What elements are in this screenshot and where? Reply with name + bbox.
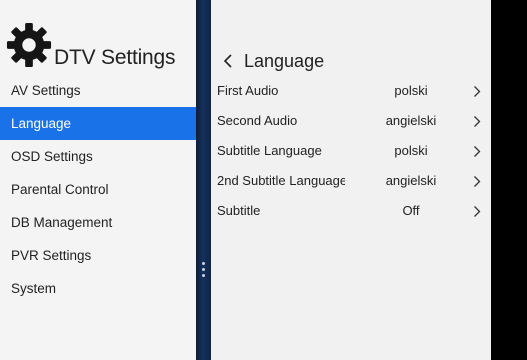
- row-label: First Audio: [217, 83, 279, 98]
- row-label: Second Audio: [217, 113, 298, 128]
- row-value: polski: [394, 83, 428, 98]
- drag-handle-icon[interactable]: [202, 262, 205, 282]
- chevron-right-icon: [474, 206, 481, 217]
- panel-title: Language: [244, 51, 325, 71]
- settings-menu: AV Settings Language OSD Settings Parent…: [0, 74, 196, 305]
- row-subtitle[interactable]: Subtitle Off: [211, 196, 491, 226]
- row-second-audio[interactable]: Second Audio angielski: [211, 106, 491, 136]
- chevron-right-icon: [474, 146, 481, 157]
- sidebar-item-pvr-settings[interactable]: PVR Settings: [0, 239, 196, 272]
- sidebar-item-av-settings[interactable]: AV Settings: [0, 74, 196, 107]
- chevron-left-icon[interactable]: [221, 51, 235, 71]
- screen-edge: [491, 0, 527, 360]
- row-value: polski: [394, 143, 428, 158]
- app-header: DTV Settings: [0, 0, 196, 74]
- sidebar-item-system[interactable]: System: [0, 272, 196, 305]
- chevron-right-icon: [474, 86, 481, 97]
- dtv-settings-screen: DTV Settings AV Settings Language OSD Se…: [0, 0, 527, 360]
- row-subtitle-language[interactable]: Subtitle Language polski: [211, 136, 491, 166]
- row-value: angielski: [385, 173, 437, 188]
- chevron-right-icon: [474, 176, 481, 187]
- sidebar-item-db-management[interactable]: DB Management: [0, 206, 196, 239]
- panel-header: Language: [211, 48, 491, 74]
- sidebar-item-parental-control[interactable]: Parental Control: [0, 173, 196, 206]
- sidebar: DTV Settings AV Settings Language OSD Se…: [0, 0, 196, 360]
- row-2nd-subtitle-language[interactable]: 2nd Subtitle Language angielski: [211, 166, 491, 196]
- sidebar-item-osd-settings[interactable]: OSD Settings: [0, 140, 196, 173]
- app-title: DTV Settings: [54, 46, 176, 69]
- row-value: angielski: [385, 113, 437, 128]
- row-first-audio[interactable]: First Audio polski: [211, 76, 491, 106]
- chevron-right-icon: [474, 116, 481, 127]
- row-label: Subtitle Language: [217, 143, 322, 158]
- pane-divider[interactable]: [196, 0, 211, 360]
- row-label: Subtitle: [217, 203, 261, 218]
- row-value: Off: [402, 203, 420, 218]
- gear-icon: [6, 22, 52, 68]
- language-panel: Language First Audio polski Second Audio…: [211, 0, 491, 360]
- row-label: 2nd Subtitle Language: [217, 173, 345, 188]
- language-options-list: First Audio polski Second Audio angielsk…: [211, 76, 491, 226]
- sidebar-item-language[interactable]: Language: [0, 107, 196, 140]
